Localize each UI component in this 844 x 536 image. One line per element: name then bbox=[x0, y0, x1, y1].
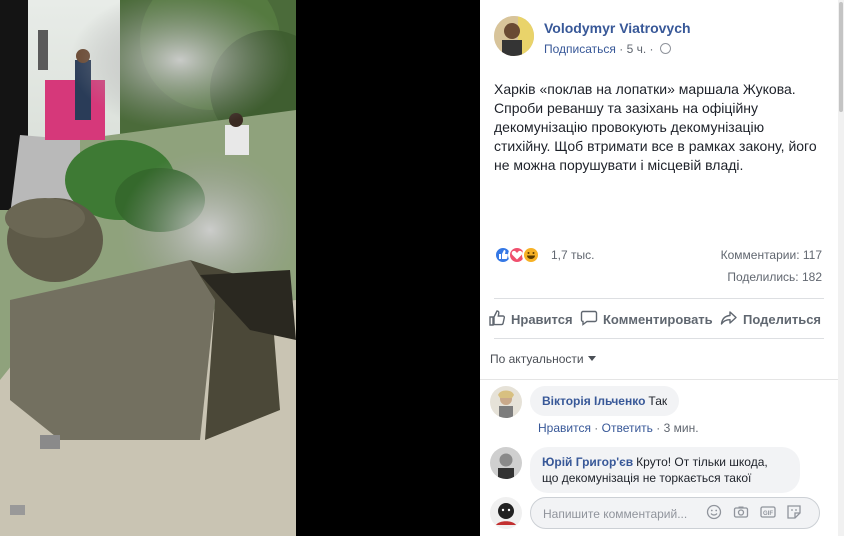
post-image bbox=[0, 0, 296, 536]
comment-text: Круто! От тільки шкода, bbox=[636, 455, 768, 469]
post-actions: Нравится Комментировать Поделиться bbox=[480, 300, 838, 338]
comment-like-link[interactable]: Нравится bbox=[538, 421, 591, 435]
commenter-avatar[interactable] bbox=[490, 447, 522, 479]
post-sidebar: Volodymyr Viatrovych Подписаться · 5 ч. … bbox=[480, 0, 838, 536]
comment-button[interactable]: Комментировать bbox=[580, 309, 713, 330]
comment-icon bbox=[580, 309, 598, 330]
post-photo[interactable] bbox=[0, 0, 296, 536]
comment-bubble: Юрій Григор'єв Круто! От тільки шкода, що… bbox=[530, 447, 800, 493]
divider bbox=[494, 298, 824, 299]
share-icon bbox=[720, 309, 738, 330]
comments-count[interactable]: Комментарии: 117 bbox=[721, 248, 822, 262]
sticker-icon[interactable] bbox=[786, 504, 802, 520]
commenter-avatar[interactable] bbox=[490, 386, 522, 418]
divider bbox=[480, 379, 838, 380]
comment-input[interactable]: Напишите комментарий... bbox=[530, 497, 820, 529]
user-avatar bbox=[490, 497, 522, 529]
comment-time[interactable]: 3 мин. bbox=[664, 421, 699, 435]
lightbox-background bbox=[296, 0, 480, 536]
author-avatar[interactable] bbox=[494, 16, 534, 56]
comment-text-line2: що декомунізація не торкається такої bbox=[542, 471, 752, 485]
emoji-icon[interactable] bbox=[706, 504, 722, 520]
post-time[interactable]: 5 ч. bbox=[627, 42, 647, 56]
post-text: Харків «поклав на лопатки» маршала Жуков… bbox=[494, 81, 817, 173]
gif-icon[interactable]: GIF bbox=[760, 504, 776, 520]
camera-icon[interactable] bbox=[733, 504, 749, 520]
reactions-count[interactable]: 1,7 тыс. bbox=[551, 248, 594, 262]
shares-count[interactable]: Поделились: 182 bbox=[727, 270, 822, 284]
post-header: Volodymyr Viatrovych Подписаться · 5 ч. … bbox=[494, 16, 824, 60]
share-button[interactable]: Поделиться bbox=[720, 309, 821, 330]
comment-actions: Нравится · Ответить · 3 мин. bbox=[538, 421, 699, 435]
author-name[interactable]: Volodymyr Viatrovych bbox=[544, 20, 691, 36]
post-meta: Подписаться · 5 ч. · bbox=[544, 42, 671, 56]
svg-text:GIF: GIF bbox=[763, 511, 773, 517]
thumbs-up-icon bbox=[488, 309, 506, 330]
caret-down-icon bbox=[587, 356, 596, 361]
comment-bubble: Вікторія Ільченко Так bbox=[530, 386, 680, 416]
like-button[interactable]: Нравится bbox=[488, 309, 573, 330]
globe-icon[interactable] bbox=[659, 43, 671, 54]
comment-sort-dropdown[interactable]: По актуальности bbox=[490, 352, 596, 366]
comment-composer: Напишите комментарий... GIF bbox=[490, 495, 830, 531]
divider bbox=[494, 338, 824, 339]
subscribe-link[interactable]: Подписаться bbox=[544, 42, 616, 56]
comment-reply-link[interactable]: Ответить bbox=[602, 421, 653, 435]
haha-reaction-icon bbox=[522, 246, 540, 264]
comment-text: Так bbox=[648, 394, 668, 408]
sidebar-scrollbar[interactable] bbox=[838, 0, 844, 536]
scrollbar-thumb[interactable] bbox=[839, 2, 843, 112]
commenter-name[interactable]: Юрій Григор'єв bbox=[542, 455, 633, 469]
commenter-name[interactable]: Вікторія Ільченко bbox=[542, 394, 645, 408]
